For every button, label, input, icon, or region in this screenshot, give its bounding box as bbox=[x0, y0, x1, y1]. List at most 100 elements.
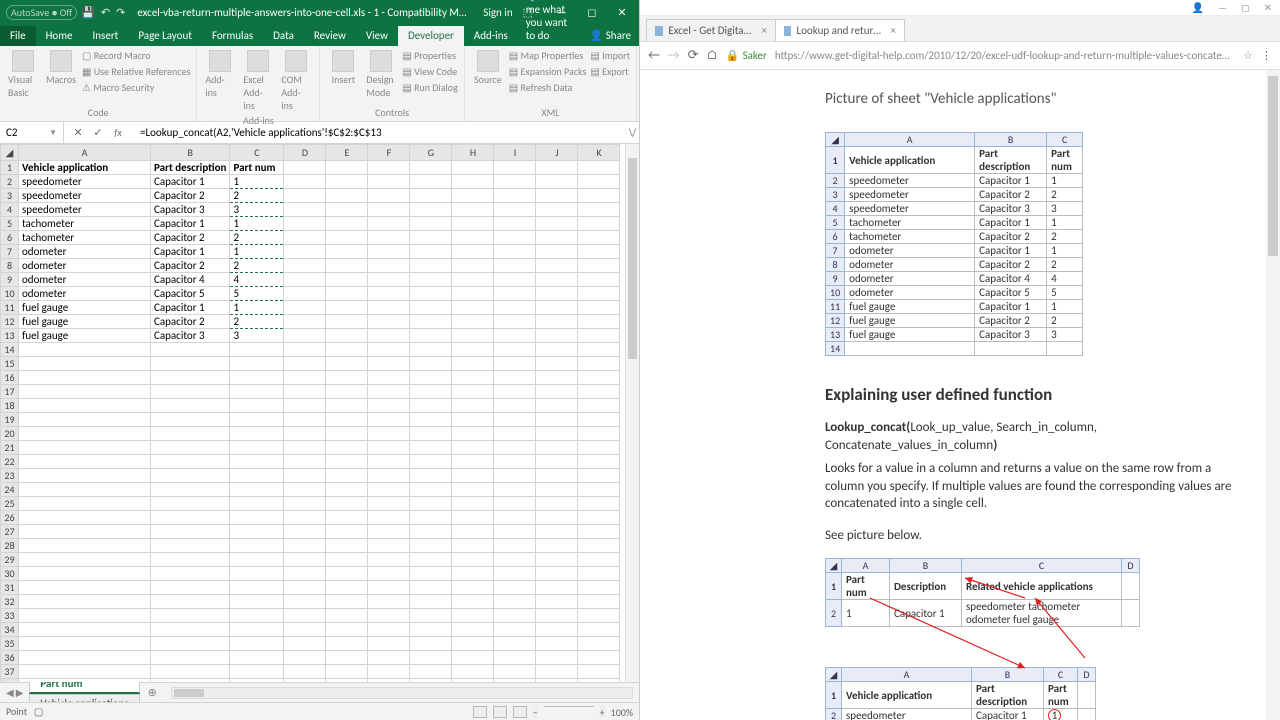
cell[interactable] bbox=[410, 161, 452, 175]
cell[interactable]: speedometer bbox=[19, 203, 151, 217]
chevron-down-icon[interactable]: ▼ bbox=[49, 128, 57, 138]
cell[interactable] bbox=[494, 595, 536, 609]
zoom-in-icon[interactable]: + bbox=[600, 706, 605, 718]
cell[interactable] bbox=[151, 511, 230, 525]
cell[interactable] bbox=[284, 175, 326, 189]
cell[interactable] bbox=[536, 413, 578, 427]
row-header[interactable]: 13 bbox=[1, 329, 19, 343]
cell[interactable] bbox=[19, 385, 151, 399]
cell[interactable] bbox=[578, 595, 620, 609]
cell[interactable] bbox=[494, 511, 536, 525]
cell[interactable] bbox=[410, 427, 452, 441]
cell[interactable] bbox=[368, 371, 410, 385]
visual-basic-button[interactable]: Visual Basic bbox=[6, 48, 40, 101]
cell[interactable] bbox=[410, 595, 452, 609]
cell[interactable] bbox=[19, 623, 151, 637]
cell[interactable] bbox=[326, 399, 368, 413]
cell[interactable]: Part num bbox=[230, 161, 284, 175]
cell[interactable]: 2 bbox=[230, 259, 284, 273]
minimize-icon[interactable]: — bbox=[1218, 1, 1227, 14]
cell[interactable] bbox=[326, 525, 368, 539]
cell[interactable] bbox=[230, 525, 284, 539]
cell[interactable] bbox=[368, 161, 410, 175]
row-header[interactable]: 25 bbox=[1, 497, 19, 511]
normal-view-icon[interactable] bbox=[473, 706, 487, 718]
cell[interactable] bbox=[230, 455, 284, 469]
cell[interactable] bbox=[368, 245, 410, 259]
ribbon-tab-review[interactable]: Review bbox=[304, 26, 356, 46]
page-scrollbar[interactable] bbox=[1266, 70, 1280, 720]
cell[interactable] bbox=[151, 399, 230, 413]
excel-addins-button[interactable]: Excel Add-ins bbox=[241, 48, 275, 114]
cell[interactable] bbox=[452, 637, 494, 651]
row-header[interactable]: 34 bbox=[1, 623, 19, 637]
cell[interactable] bbox=[494, 679, 536, 683]
bookmark-star-icon[interactable]: ☆ bbox=[1243, 49, 1253, 62]
home-icon[interactable]: ⌂ bbox=[706, 48, 717, 63]
cell[interactable] bbox=[452, 203, 494, 217]
row-header[interactable]: 2 bbox=[1, 175, 19, 189]
cell[interactable] bbox=[494, 231, 536, 245]
cell[interactable] bbox=[410, 665, 452, 679]
cell[interactable] bbox=[230, 357, 284, 371]
cell[interactable] bbox=[578, 567, 620, 581]
column-header-E[interactable]: E bbox=[326, 145, 368, 161]
cell[interactable] bbox=[410, 511, 452, 525]
cell[interactable] bbox=[452, 553, 494, 567]
cell[interactable] bbox=[494, 637, 536, 651]
cell[interactable] bbox=[19, 525, 151, 539]
cell[interactable] bbox=[452, 427, 494, 441]
cell[interactable] bbox=[368, 553, 410, 567]
run-dialog-button[interactable]: ▤ Run Dialog bbox=[402, 80, 457, 95]
cell[interactable] bbox=[151, 651, 230, 665]
row-header[interactable]: 5 bbox=[1, 217, 19, 231]
row-header[interactable]: 31 bbox=[1, 581, 19, 595]
cell[interactable] bbox=[578, 259, 620, 273]
cell[interactable] bbox=[284, 497, 326, 511]
cell[interactable] bbox=[536, 259, 578, 273]
cell[interactable]: 3 bbox=[230, 203, 284, 217]
cell[interactable] bbox=[410, 609, 452, 623]
cell[interactable]: fuel gauge bbox=[19, 329, 151, 343]
cell[interactable] bbox=[578, 203, 620, 217]
cell[interactable] bbox=[452, 161, 494, 175]
cell[interactable] bbox=[452, 385, 494, 399]
ribbon-tab-insert[interactable]: Insert bbox=[83, 26, 129, 46]
cell[interactable] bbox=[368, 679, 410, 683]
cell[interactable] bbox=[368, 567, 410, 581]
cell[interactable] bbox=[326, 217, 368, 231]
cell[interactable] bbox=[494, 385, 536, 399]
cell[interactable] bbox=[326, 301, 368, 315]
back-icon[interactable]: ← bbox=[648, 48, 660, 63]
cell[interactable]: Capacitor 1 bbox=[151, 217, 230, 231]
cell[interactable] bbox=[230, 413, 284, 427]
row-header[interactable]: 38 bbox=[1, 679, 19, 683]
cell[interactable]: Capacitor 2 bbox=[151, 315, 230, 329]
zoom-level[interactable]: 100% bbox=[611, 706, 633, 718]
cell[interactable] bbox=[230, 511, 284, 525]
row-header[interactable]: 8 bbox=[1, 259, 19, 273]
cell[interactable] bbox=[326, 483, 368, 497]
cell[interactable] bbox=[578, 497, 620, 511]
cell[interactable] bbox=[452, 343, 494, 357]
cell[interactable] bbox=[326, 441, 368, 455]
cell[interactable] bbox=[578, 217, 620, 231]
close-icon[interactable]: ✕ bbox=[1264, 1, 1272, 14]
cell[interactable] bbox=[230, 483, 284, 497]
cell[interactable] bbox=[494, 581, 536, 595]
cell[interactable] bbox=[230, 497, 284, 511]
ribbon-tab-add-ins[interactable]: Add-ins bbox=[464, 26, 518, 46]
cell[interactable] bbox=[578, 553, 620, 567]
cell[interactable] bbox=[284, 217, 326, 231]
macros-button[interactable]: Macros bbox=[44, 48, 78, 88]
cell[interactable] bbox=[368, 637, 410, 651]
row-header[interactable]: 27 bbox=[1, 525, 19, 539]
worksheet-grid[interactable]: ◢ABCDEFGHIJK1Vehicle applicationPart des… bbox=[0, 144, 639, 682]
cell[interactable] bbox=[284, 637, 326, 651]
cell[interactable] bbox=[326, 539, 368, 553]
expand-formula-icon[interactable]: ⋁ bbox=[625, 127, 639, 138]
cell[interactable] bbox=[536, 385, 578, 399]
expansion-packs-button[interactable]: ▤ Expansion Packs bbox=[509, 64, 587, 79]
cell[interactable] bbox=[368, 665, 410, 679]
cell[interactable] bbox=[410, 231, 452, 245]
